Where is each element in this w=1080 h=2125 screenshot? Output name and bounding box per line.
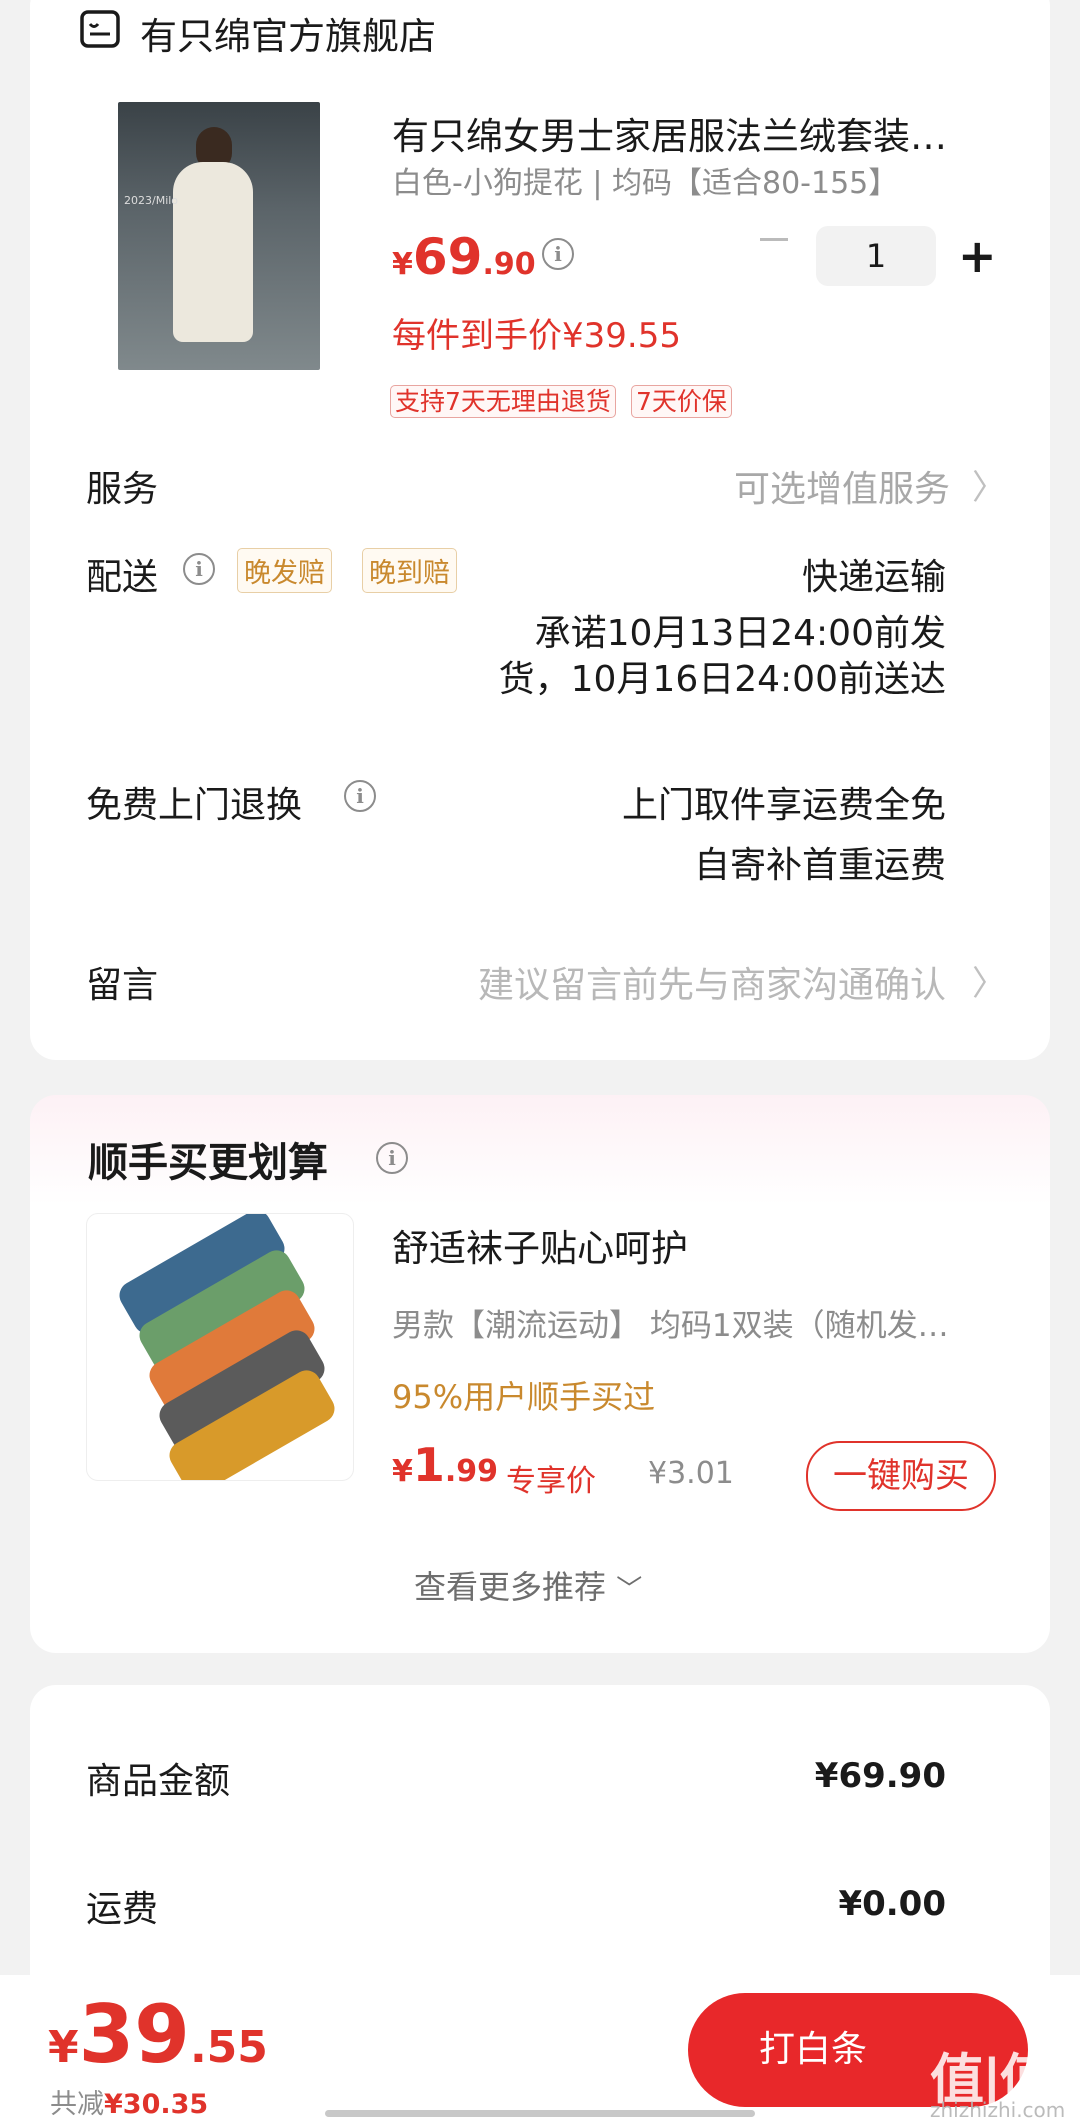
tag-price-protect: 7天价保 (631, 385, 732, 418)
product-price: ¥69.90 (392, 228, 536, 286)
tag-return: 支持7天无理由退货 (390, 385, 616, 418)
late-ship-badge: 晚发赔 (237, 548, 332, 593)
return-info-icon[interactable]: i (344, 780, 376, 812)
watermark-site: zhizhizhi.com (930, 2098, 1066, 2122)
addon-section-title: 顺手买更划算 (88, 1140, 328, 1186)
delivery-method: 快递运输 (801, 557, 946, 598)
store-icon (80, 10, 120, 48)
discount-text: 共减¥30.35 (50, 2089, 209, 2120)
addon-original-price: ¥3.01 (648, 1456, 734, 1491)
message-label: 留言 (86, 965, 159, 1006)
one-click-buy-button[interactable]: 一键购买 (806, 1441, 996, 1511)
net-price: 每件到手价¥39.55 (392, 316, 681, 356)
service-chevron-icon[interactable]: 〉 (972, 460, 1006, 509)
price-info-icon[interactable]: i (542, 238, 574, 270)
delivery-info-icon[interactable]: i (183, 553, 215, 585)
shipping-value: ¥0.00 (838, 1884, 946, 1924)
goods-amount-value: ¥69.90 (814, 1756, 946, 1796)
more-recommendations-link[interactable]: 查看更多推荐 ﹀ (414, 1562, 642, 1608)
addon-price: ¥1.99 (392, 1438, 499, 1492)
image-caption: 2023/Milo (124, 194, 179, 207)
tag-row: 支持7天无理由退货 7天价保 (390, 382, 732, 418)
quantity-increase-button[interactable]: + (958, 233, 997, 279)
addon-popularity: 95%用户顺手买过 (392, 1378, 656, 1416)
addon-spec[interactable]: 男款【潮流运动】 均码1双装（随机发… (392, 1300, 949, 1345)
quantity-field[interactable]: 1 (816, 226, 936, 286)
delivery-promise-line2: 货，10月16日24:00前送达 (498, 659, 946, 700)
service-value[interactable]: 可选增值服务 (734, 460, 950, 512)
return-line1: 上门取件享运费全免 (621, 785, 946, 826)
total-price: ¥39.55 (48, 1988, 268, 2081)
late-arrive-badge: 晚到赔 (362, 548, 457, 593)
message-input[interactable]: 建议留言前先与商家沟通确认 (478, 956, 946, 1008)
delivery-label: 配送 (86, 557, 159, 598)
delivery-promise-line1: 承诺10月13日24:00前发 (534, 613, 946, 654)
chevron-down-icon: ﹀ (616, 1575, 643, 1605)
product-title[interactable]: 有只绵女男士家居服法兰绒套装… (392, 106, 947, 160)
addon-info-icon[interactable]: i (376, 1142, 408, 1174)
goods-amount-label: 商品金额 (86, 1761, 231, 1802)
addon-exclusive-label: 专享价 (506, 1464, 596, 1499)
addon-thumbnail[interactable] (86, 1213, 354, 1481)
product-spec[interactable]: 白色-小狗提花 | 均码【适合80-155】 (392, 158, 898, 202)
return-label: 免费上门退换 (86, 785, 303, 826)
return-line2: 自寄补首重运费 (693, 845, 946, 886)
service-label: 服务 (86, 469, 159, 510)
home-indicator[interactable] (325, 2110, 755, 2117)
summary-card (30, 1685, 1050, 2015)
quantity-decrease-button[interactable] (760, 238, 788, 241)
shipping-label: 运费 (86, 1889, 159, 1930)
message-chevron-icon[interactable]: 〉 (972, 956, 1006, 1005)
store-name[interactable]: 有只绵官方旗舰店 (140, 6, 436, 60)
addon-title[interactable]: 舒适袜子贴心呵护 (392, 1218, 688, 1272)
product-image[interactable]: 2023/Milo (118, 102, 320, 370)
